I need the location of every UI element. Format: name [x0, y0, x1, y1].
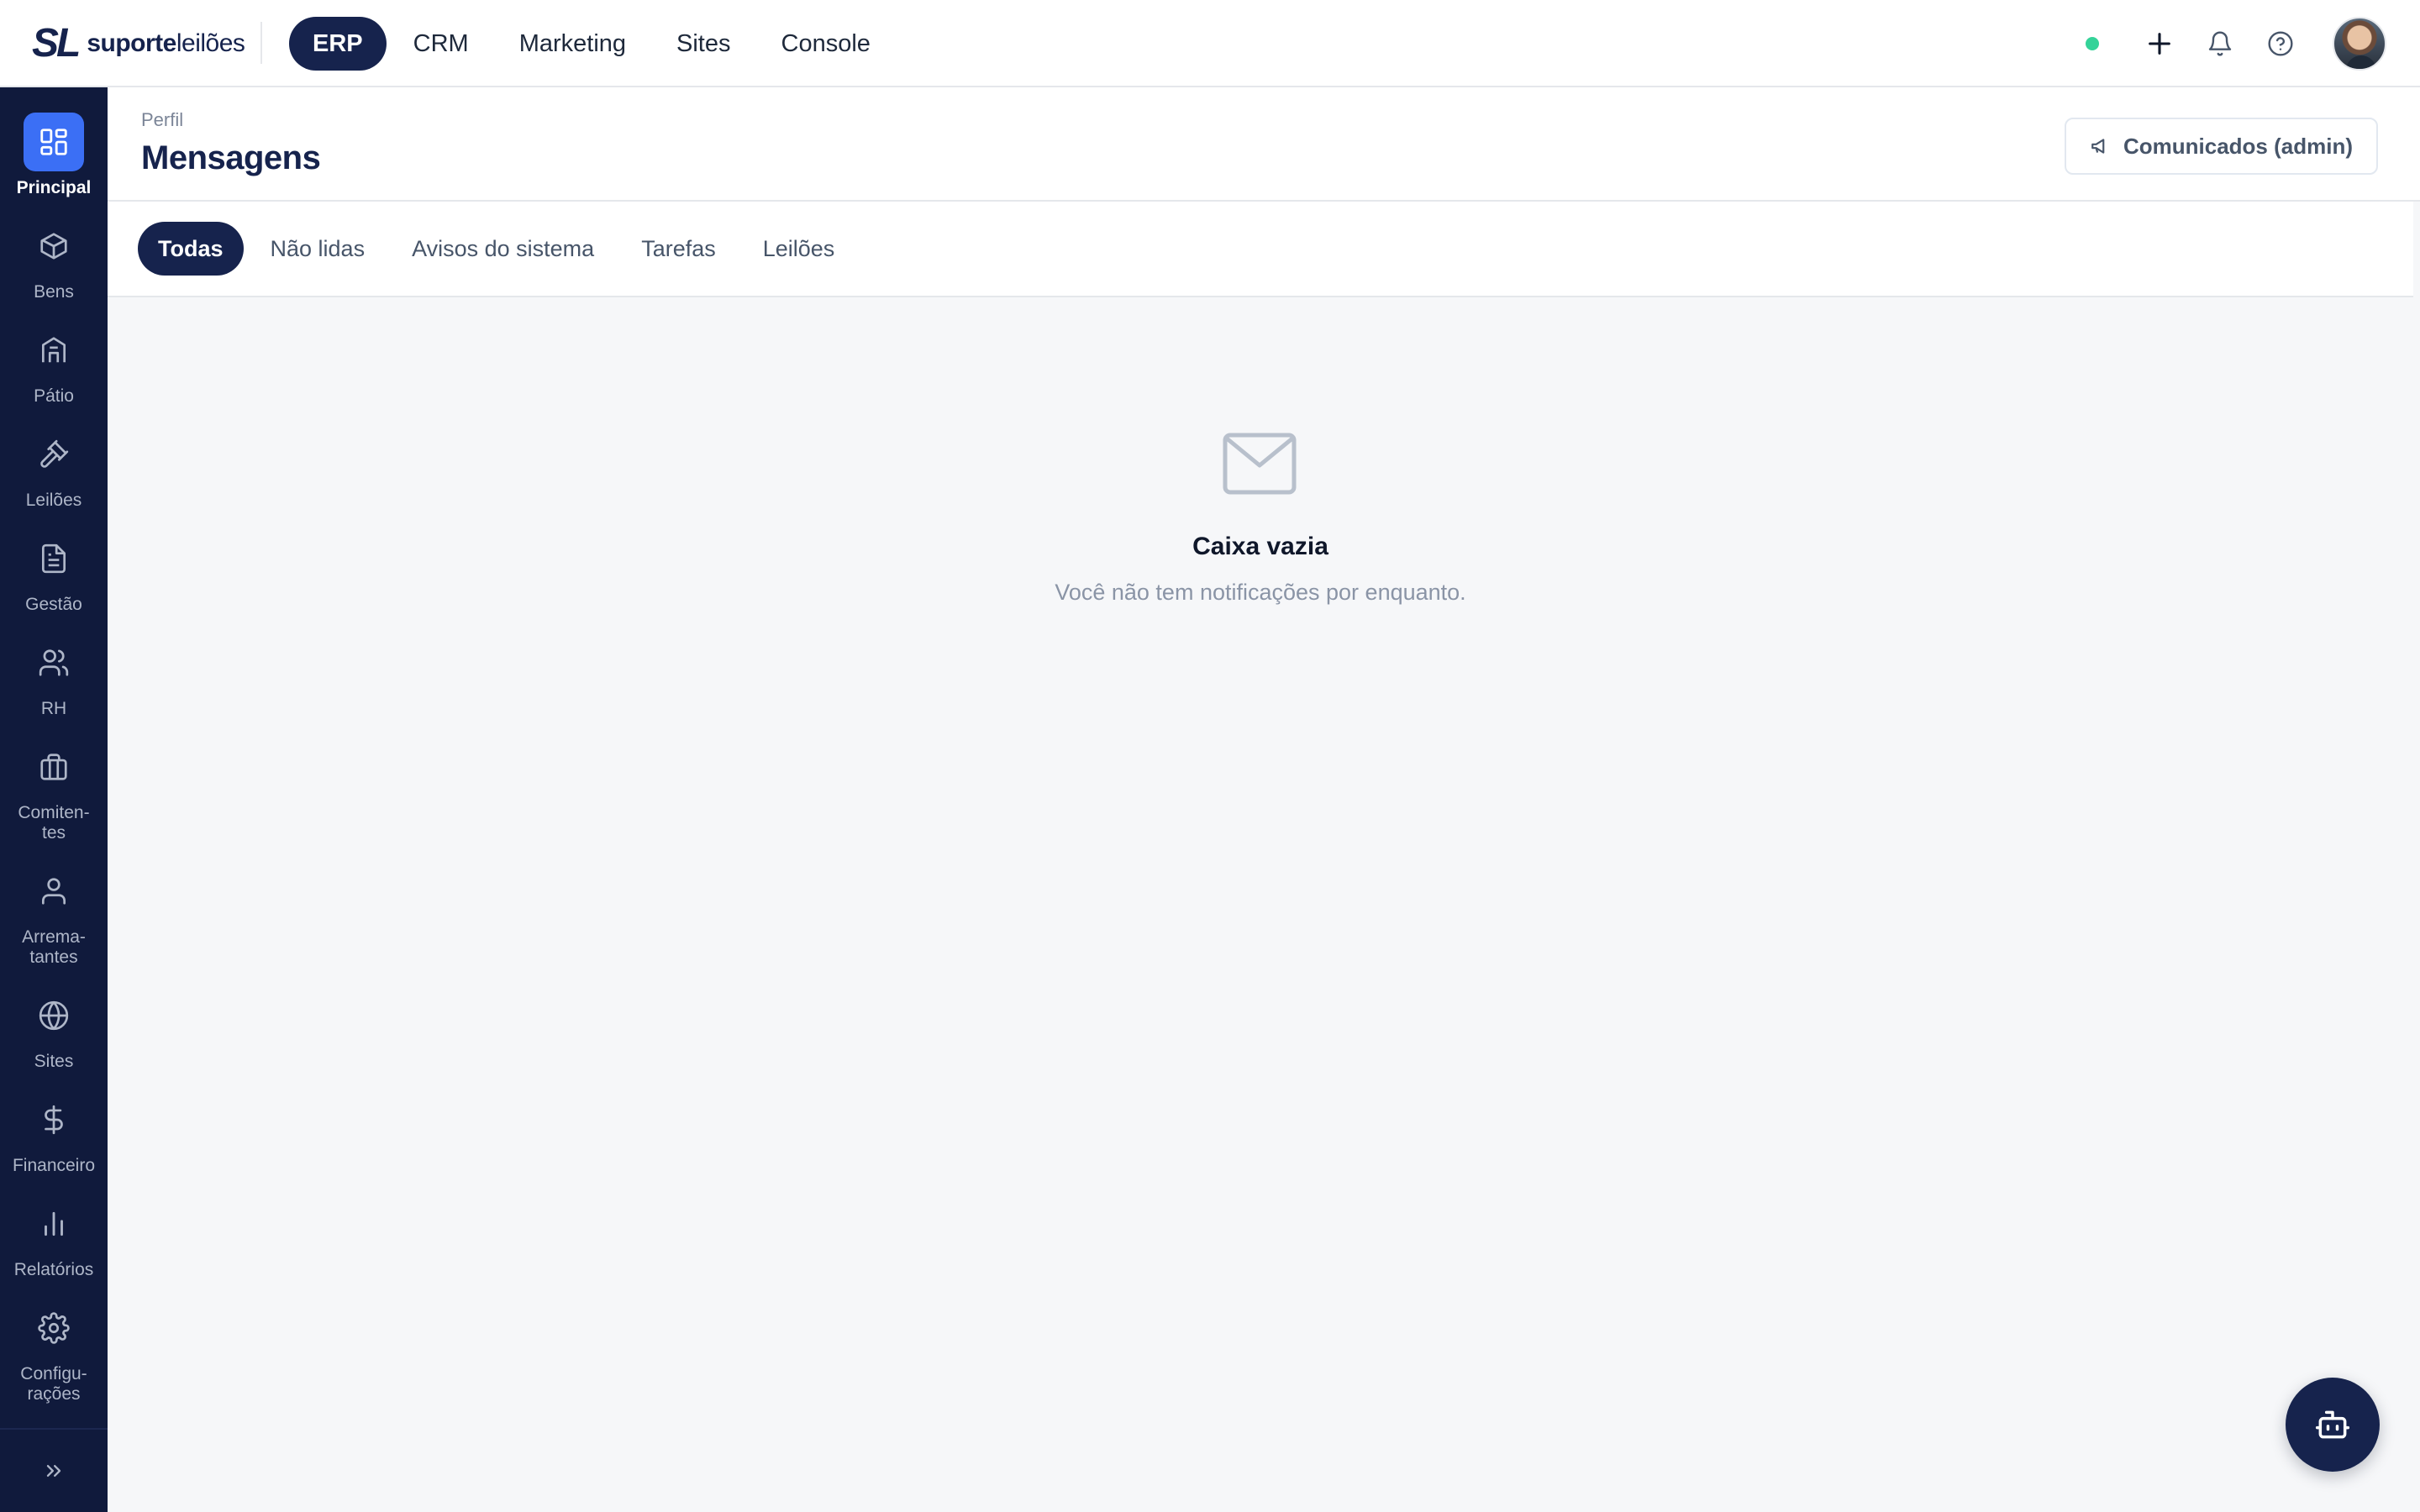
- page-header: Perfil Mensagens Comunicados (admin): [108, 87, 2420, 202]
- topnav-sites[interactable]: Sites: [653, 17, 754, 71]
- tab-leiloes[interactable]: Leilões: [743, 222, 855, 276]
- comunicados-admin-label: Comunicados (admin): [2123, 133, 2353, 159]
- sidebar-item-gestao[interactable]: Gestão: [0, 529, 108, 615]
- user-avatar[interactable]: [2333, 17, 2386, 71]
- sidebar-item-label: Comiten-tes: [18, 803, 90, 843]
- box-icon: [24, 217, 84, 276]
- comunicados-admin-button[interactable]: Comunicados (admin): [2064, 118, 2378, 175]
- logo-mark: SL: [32, 21, 81, 66]
- page-title: Mensagens: [141, 139, 321, 176]
- empty-state-subtitle: Você não tem notificações por enquanto.: [1055, 580, 1466, 605]
- logo-text: suporteleilões: [87, 22, 245, 66]
- warehouse-icon: [24, 321, 84, 380]
- sidebar-item-label: Sites: [34, 1052, 74, 1071]
- sidebar-item-relatorios[interactable]: Relatórios: [0, 1194, 108, 1280]
- sidebar-item-sites[interactable]: Sites: [0, 986, 108, 1072]
- mail-icon: [1222, 432, 1297, 496]
- sidebar-item-label: Relatórios: [13, 1260, 94, 1279]
- sidebar-item-rh[interactable]: RH: [0, 633, 108, 719]
- sidebar-item-comitentes[interactable]: Comiten-tes: [0, 738, 108, 843]
- sidebar: Principal Bens Pátio Leilões Gestão RH C…: [0, 87, 108, 1512]
- help-icon[interactable]: [2257, 20, 2304, 67]
- globe-icon: [24, 986, 84, 1045]
- sidebar-item-leiloes[interactable]: Leilões: [0, 425, 108, 511]
- sidebar-item-label: Arrema-tantes: [22, 927, 86, 967]
- sidebar-item-label: Principal: [16, 178, 92, 197]
- sidebar-item-configuracoes[interactable]: Configu-rações: [0, 1299, 108, 1404]
- gavel-icon: [24, 425, 84, 484]
- dashboard-icon: [24, 113, 84, 171]
- user-icon: [24, 862, 84, 921]
- topnav-erp[interactable]: ERP: [289, 17, 387, 71]
- sidebar-item-label: Financeiro: [12, 1156, 96, 1175]
- bar-chart-icon: [24, 1194, 84, 1253]
- gear-icon: [24, 1299, 84, 1357]
- tab-todas[interactable]: Todas: [138, 222, 244, 276]
- sidebar-item-principal[interactable]: Principal: [0, 113, 108, 198]
- tab-nao-lidas[interactable]: Não lidas: [250, 222, 386, 276]
- document-icon: [24, 529, 84, 588]
- sidebar-item-label: Gestão: [25, 595, 82, 614]
- dollar-icon: [24, 1090, 84, 1149]
- top-bar: SL suporteleilões ERP CRM Marketing Site…: [0, 0, 2420, 87]
- top-nav: ERP CRM Marketing Sites Console: [289, 17, 897, 71]
- logo-text-light: leilões: [176, 29, 245, 57]
- tab-avisos-do-sistema[interactable]: Avisos do sistema: [392, 222, 614, 276]
- sidebar-item-label: Bens: [34, 282, 74, 302]
- sidebar-item-arrematantes[interactable]: Arrema-tantes: [0, 862, 108, 968]
- bell-icon[interactable]: [2196, 20, 2244, 67]
- logo-text-bold: suporte: [87, 29, 176, 57]
- topnav-console[interactable]: Console: [758, 17, 894, 71]
- topnav-marketing[interactable]: Marketing: [496, 17, 650, 71]
- breadcrumb[interactable]: Perfil: [141, 109, 183, 131]
- sidebar-item-financeiro[interactable]: Financeiro: [0, 1090, 108, 1176]
- online-status-dot: [2086, 37, 2099, 50]
- bot-icon: [2314, 1406, 2351, 1443]
- topnav-crm[interactable]: CRM: [390, 17, 492, 71]
- topbar-divider: [260, 22, 262, 64]
- tab-tarefas[interactable]: Tarefas: [621, 222, 736, 276]
- sidebar-item-label: Leilões: [25, 491, 82, 510]
- megaphone-icon: [2090, 135, 2123, 157]
- briefcase-icon: [24, 738, 84, 796]
- sidebar-item-label: Configu-rações: [20, 1364, 87, 1404]
- sidebar-item-patio[interactable]: Pátio: [0, 321, 108, 407]
- users-icon: [24, 633, 84, 692]
- topbar-actions: [2086, 17, 2386, 71]
- sidebar-item-label: RH: [40, 699, 67, 718]
- plus-icon[interactable]: [2136, 20, 2183, 67]
- sidebar-collapse-button[interactable]: [0, 1428, 108, 1512]
- chevrons-right-icon: [42, 1459, 66, 1483]
- message-tabs: Todas Não lidas Avisos do sistema Tarefa…: [108, 202, 2413, 297]
- brand-logo[interactable]: SL suporteleilões: [32, 22, 245, 66]
- assistant-bot-button[interactable]: [2286, 1378, 2380, 1472]
- sidebar-item-label: Pátio: [34, 386, 74, 406]
- sidebar-item-bens[interactable]: Bens: [0, 217, 108, 302]
- empty-state-title: Caixa vazia: [1192, 533, 1328, 560]
